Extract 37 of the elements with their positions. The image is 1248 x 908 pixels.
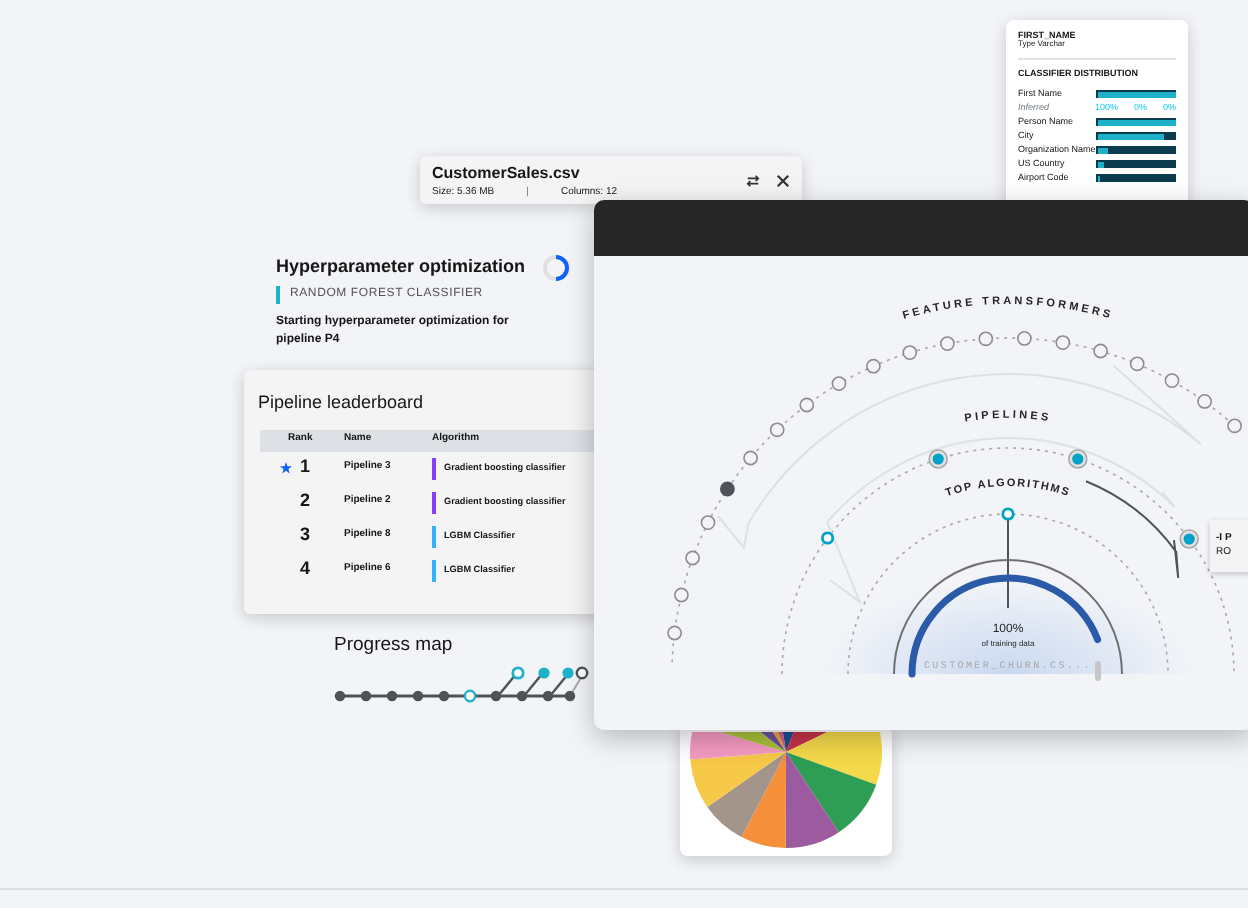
rank-number: 3: [300, 522, 313, 549]
optimization-title: Hyperparameter optimization: [276, 254, 526, 281]
transformer-node: [700, 515, 716, 530]
close-icon[interactable]: [776, 173, 790, 187]
pipeline-node: [928, 449, 948, 469]
transformer-node: [743, 450, 758, 466]
pipeline-node: [1068, 449, 1088, 469]
transformer-node: [1129, 356, 1145, 372]
algorithm-node: [821, 531, 835, 545]
transformer-node: [940, 336, 955, 351]
transformer-node: [866, 358, 881, 374]
transformer-node: [674, 587, 689, 603]
pipeline-node: [1179, 529, 1199, 549]
transformer-node: [685, 550, 700, 566]
transformer-node: [720, 481, 735, 497]
rank-number: 2: [300, 488, 313, 515]
transformer-node: [1227, 418, 1242, 434]
rank-number: 1: [300, 454, 313, 481]
transformer-node: [1055, 335, 1071, 350]
swap-icon[interactable]: [746, 173, 760, 187]
transformer-node: [1093, 343, 1108, 359]
leaderboard-title: Pipeline leaderboard: [256, 390, 426, 416]
transformer-node: [769, 422, 785, 438]
algorithm-node: [1001, 507, 1015, 521]
gauge-tick: [1095, 661, 1101, 681]
transformer-node: [1197, 394, 1212, 409]
rank-number: 4: [300, 556, 313, 583]
transformer-node: [902, 345, 918, 360]
file-name: CustomerSales.csv: [432, 162, 582, 186]
transformer-node: [799, 397, 815, 413]
transformer-node: [1164, 373, 1180, 388]
transformer-node: [1017, 331, 1032, 346]
spinner-icon: [541, 254, 570, 282]
transformer-node: [667, 625, 682, 641]
transformer-node: [831, 376, 847, 391]
transformer-node: [978, 331, 994, 347]
progress-map-title: Progress map: [334, 632, 455, 660]
